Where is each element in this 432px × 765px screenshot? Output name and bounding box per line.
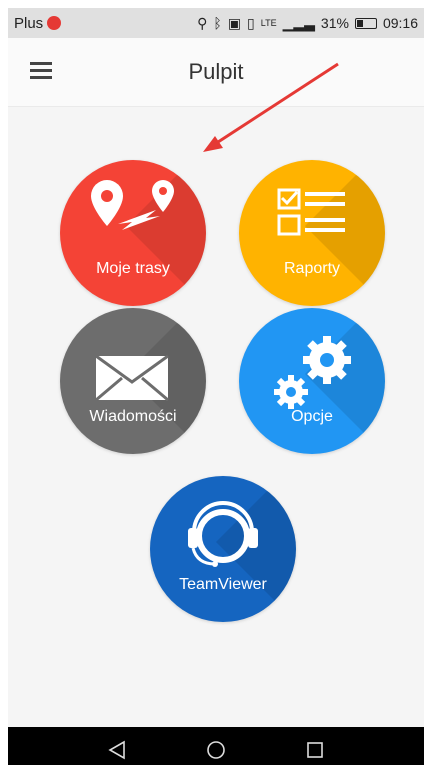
tile-label: Wiadomości xyxy=(89,408,177,425)
vibrate-icon: ▯ xyxy=(247,14,255,31)
nfc-icon: ▣ xyxy=(227,14,242,31)
tile-label: Raporty xyxy=(283,260,341,277)
clock: 09:16 xyxy=(382,15,418,31)
system-nav-bar xyxy=(8,727,424,765)
tile-label: Moje trasy xyxy=(96,260,170,277)
envelope-icon xyxy=(95,354,169,402)
home-circle-icon[interactable] xyxy=(205,739,227,761)
tile-label: Opcje xyxy=(291,408,333,425)
tile-label: TeamViewer xyxy=(179,576,267,593)
route-pins-icon xyxy=(91,180,174,230)
page-title: Pulpit xyxy=(188,59,244,84)
tile-opcje[interactable]: Opcje xyxy=(239,308,385,454)
screen: Plus ⚲ ᛒ ▣ ▯ LTE ▁▂▃ 31% 09:16 Pulpit Mo… xyxy=(0,0,432,765)
signal-icon: ▁▂▃ xyxy=(282,14,315,31)
tile-raporty[interactable]: Raporty xyxy=(239,160,385,306)
status-left: Plus xyxy=(14,14,62,32)
headset-icon xyxy=(188,501,258,567)
hamburger-menu-icon[interactable] xyxy=(30,62,54,80)
carrier-badge-icon xyxy=(47,16,62,30)
status-bar: Plus ⚲ ᛒ ▣ ▯ LTE ▁▂▃ 31% 09:16 xyxy=(8,8,424,38)
location-icon: ⚲ xyxy=(197,14,208,31)
checklist-icon xyxy=(277,188,345,236)
bluetooth-icon: ᛒ xyxy=(213,15,222,31)
status-right: ⚲ ᛒ ▣ ▯ LTE ▁▂▃ 31% 09:16 xyxy=(197,15,418,32)
gears-icon xyxy=(274,336,351,409)
tile-moje-trasy[interactable]: Moje trasy xyxy=(60,160,206,306)
recents-square-icon[interactable] xyxy=(304,739,326,761)
back-triangle-icon[interactable] xyxy=(106,739,128,761)
battery-icon xyxy=(354,17,377,29)
app-bar: Pulpit xyxy=(8,38,424,107)
app-window: Plus ⚲ ᛒ ▣ ▯ LTE ▁▂▃ 31% 09:16 Pulpit Mo… xyxy=(8,8,424,765)
carrier-label: Plus xyxy=(14,14,44,32)
battery-percent: 31% xyxy=(320,15,349,31)
tile-teamviewer[interactable]: TeamViewer xyxy=(150,476,296,622)
tile-wiadomosci[interactable]: Wiadomości xyxy=(60,308,206,454)
network-type: LTE xyxy=(260,18,277,28)
